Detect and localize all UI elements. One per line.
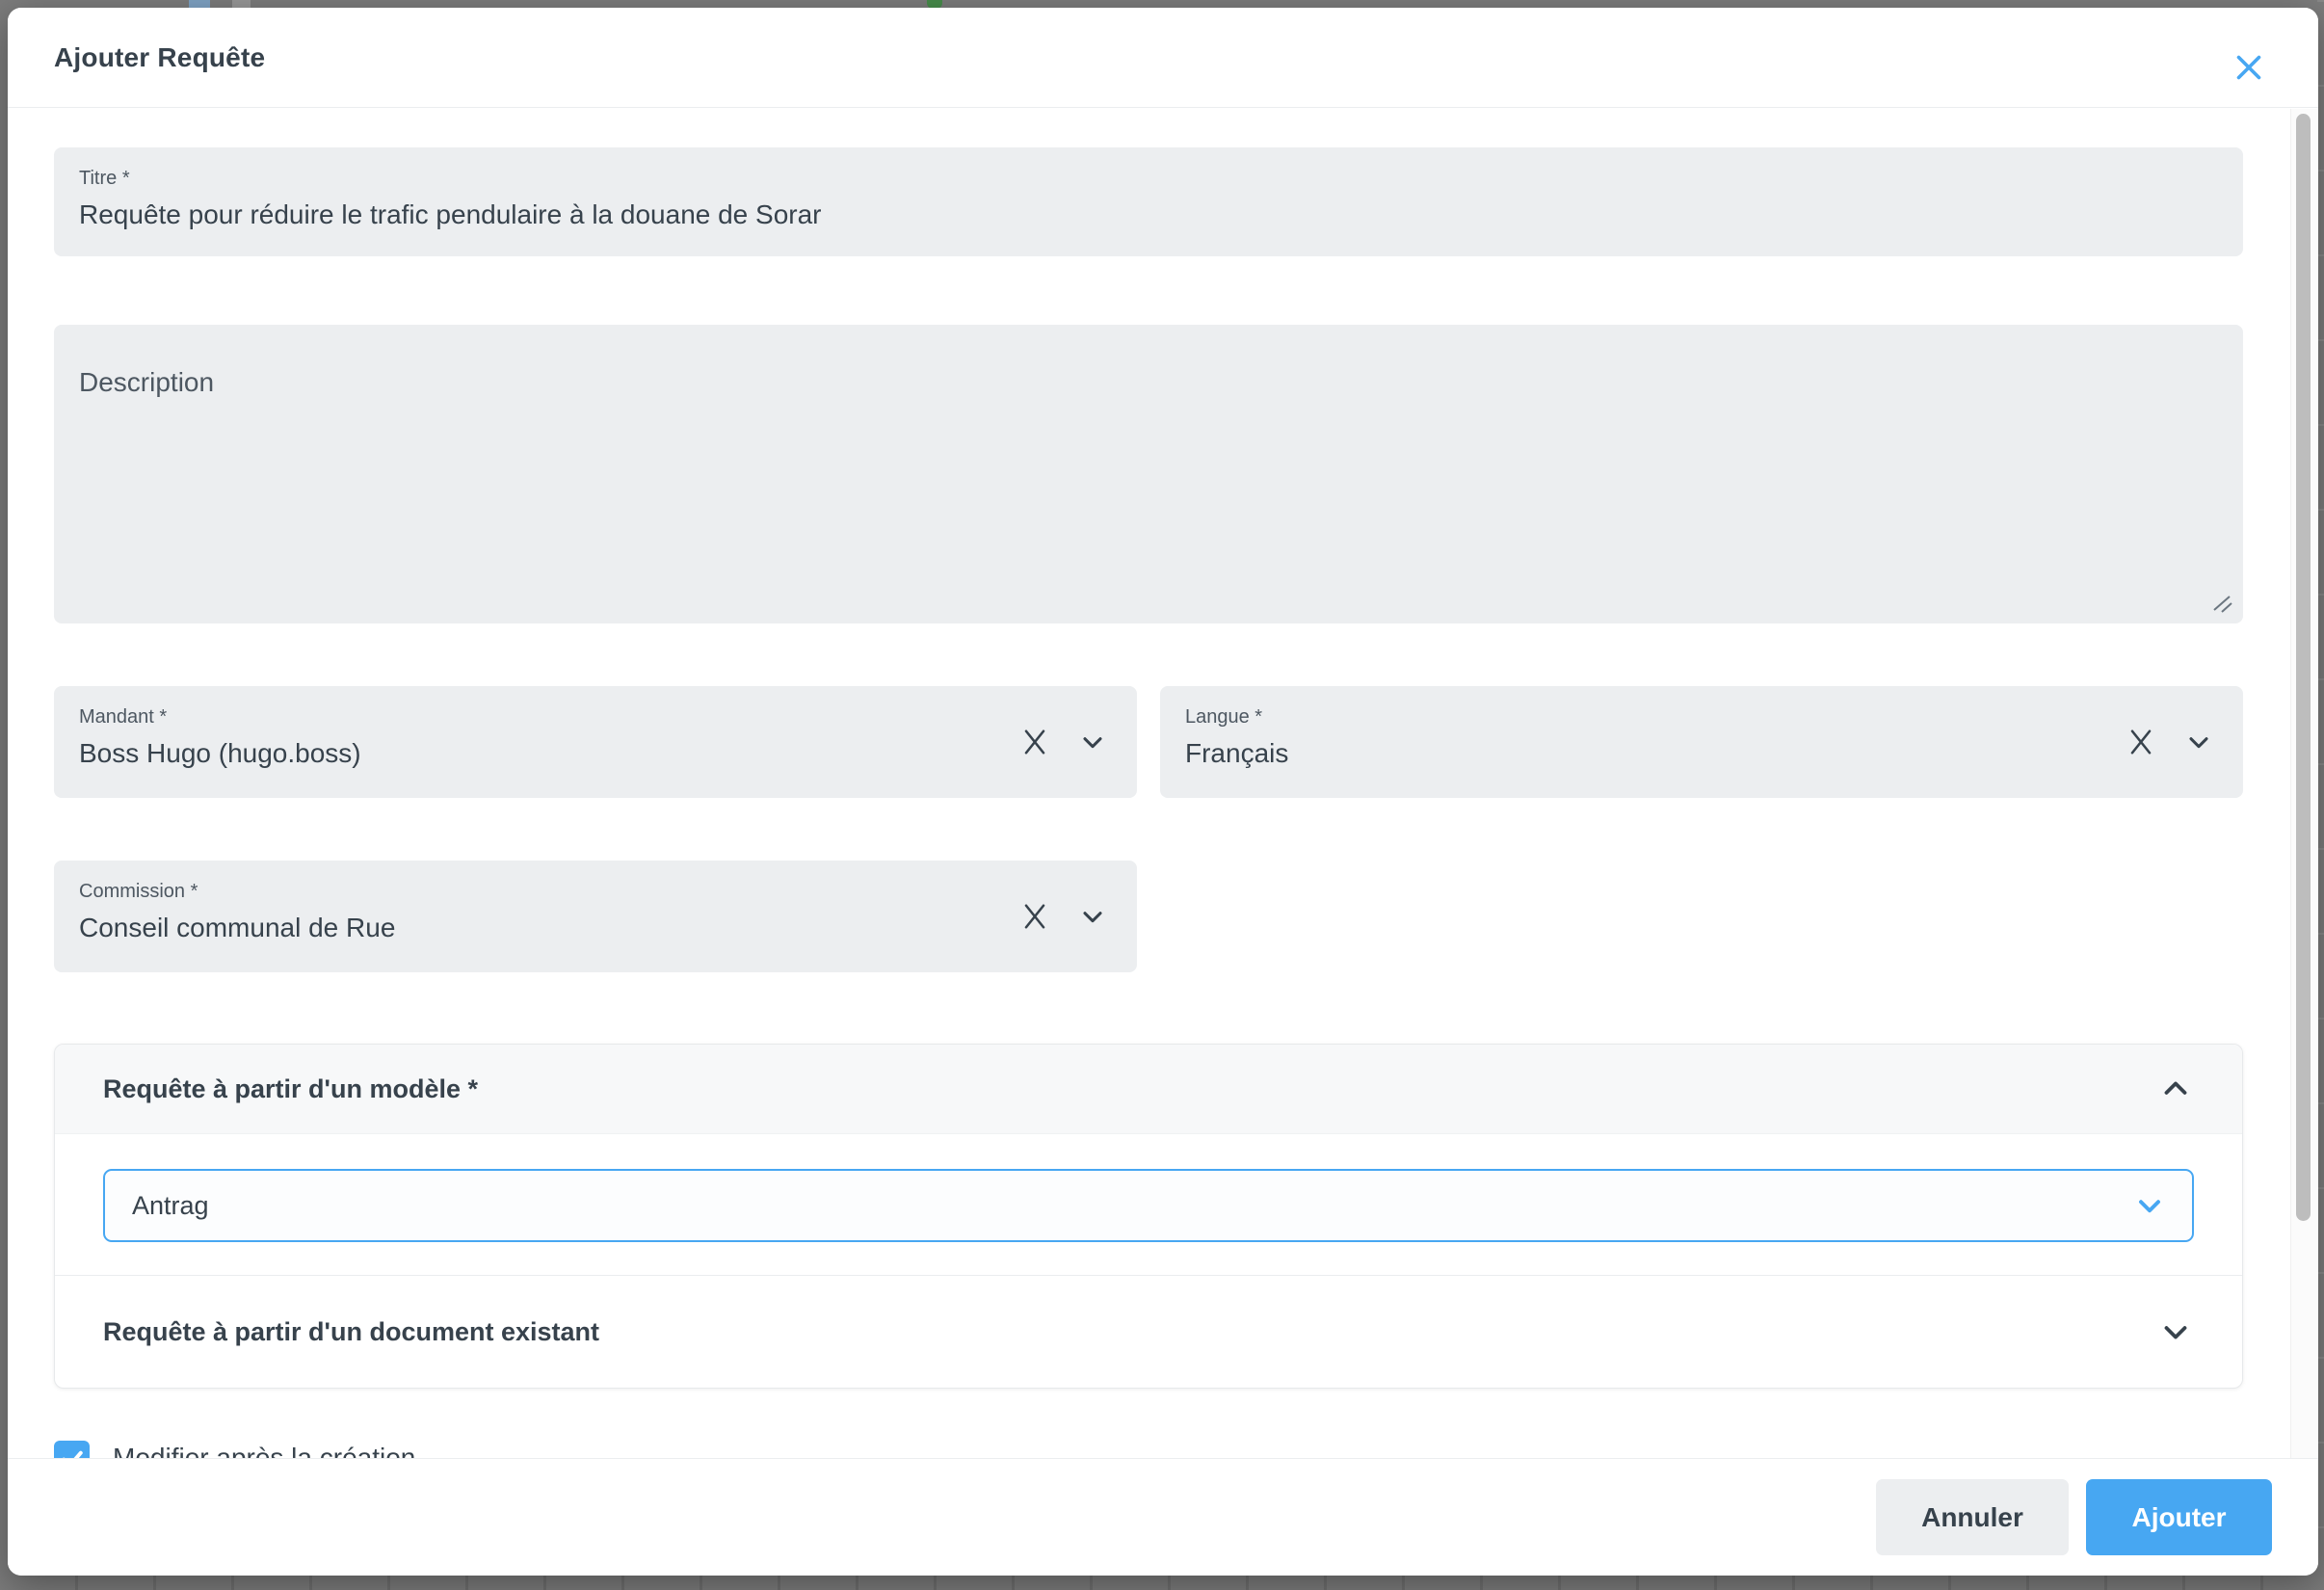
edit-after-creation-row: Modifier après la création bbox=[54, 1439, 2243, 1458]
chevron-down-icon bbox=[2157, 1313, 2194, 1350]
commission-select-field[interactable]: Commission * Conseil communal de Rue bbox=[54, 861, 1137, 972]
template-select-value: Antrag bbox=[132, 1191, 209, 1221]
scrollbar-thumb[interactable] bbox=[2296, 114, 2311, 1221]
mandant-field-value: Boss Hugo (hugo.boss) bbox=[79, 731, 1112, 776]
template-panel-header[interactable]: Requête à partir d'un modèle * bbox=[55, 1045, 2242, 1134]
title-field-label: Titre * bbox=[79, 164, 2218, 193]
template-panel-title: Requête à partir d'un modèle * bbox=[103, 1074, 478, 1104]
template-select[interactable]: Antrag bbox=[103, 1169, 2194, 1242]
dialog-header: Ajouter Requête bbox=[8, 8, 2318, 108]
template-expansion-panel: Requête à partir d'un modèle * Antrag bbox=[54, 1044, 2243, 1389]
backdrop-page-edge-bottom bbox=[0, 1576, 2324, 1590]
langue-field-label: Langue * bbox=[1185, 702, 2218, 731]
langue-select-field[interactable]: Langue * Français bbox=[1160, 686, 2243, 798]
clear-icon bbox=[1017, 725, 1052, 759]
commission-field-label: Commission * bbox=[79, 877, 1112, 906]
submit-button[interactable]: Ajouter bbox=[2086, 1479, 2272, 1555]
dialog-title: Ajouter Requête bbox=[54, 42, 265, 73]
resize-handle-icon[interactable] bbox=[2210, 591, 2235, 616]
chevron-down-icon bbox=[2132, 1188, 2167, 1223]
clear-icon bbox=[2124, 725, 2158, 759]
document-panel-title: Requête à partir d'un document existant bbox=[103, 1317, 599, 1347]
clear-icon bbox=[1017, 899, 1052, 934]
commission-clear-button[interactable] bbox=[1016, 897, 1054, 936]
edit-after-creation-checkbox[interactable] bbox=[54, 1441, 90, 1458]
langue-clear-button[interactable] bbox=[2122, 723, 2160, 761]
langue-dropdown-button[interactable] bbox=[2179, 723, 2218, 761]
mandant-select-field[interactable]: Mandant * Boss Hugo (hugo.boss) bbox=[54, 686, 1137, 798]
commission-dropdown-button[interactable] bbox=[1073, 897, 1112, 936]
backdrop-page-edge bbox=[2317, 0, 2324, 1590]
mandant-clear-button[interactable] bbox=[1016, 723, 1054, 761]
chevron-up-icon bbox=[2157, 1071, 2194, 1107]
commission-field-value: Conseil communal de Rue bbox=[79, 906, 1112, 950]
langue-field-value: Français bbox=[1185, 731, 2218, 776]
title-field[interactable]: Titre * Requête pour réduire le trafic p… bbox=[54, 147, 2243, 256]
chevron-down-icon bbox=[2183, 727, 2214, 757]
add-request-dialog: Ajouter Requête Titre * Requête pour réd… bbox=[8, 8, 2318, 1576]
mandant-field-label: Mandant * bbox=[79, 702, 1112, 731]
dialog-body: Titre * Requête pour réduire le trafic p… bbox=[8, 109, 2318, 1458]
close-button[interactable] bbox=[2226, 44, 2272, 91]
title-field-value: Requête pour réduire le trafic pendulair… bbox=[79, 193, 2218, 237]
dialog-footer: Annuler Ajouter bbox=[8, 1458, 2318, 1576]
description-placeholder: Description bbox=[79, 367, 2218, 398]
mandant-dropdown-button[interactable] bbox=[1073, 723, 1112, 761]
vertical-scrollbar[interactable] bbox=[2290, 109, 2317, 1458]
description-textarea[interactable]: Description bbox=[54, 325, 2243, 623]
chevron-down-icon bbox=[1077, 727, 1108, 757]
edit-after-creation-label: Modifier après la création bbox=[113, 1439, 415, 1458]
document-panel-header[interactable]: Requête à partir d'un document existant bbox=[55, 1276, 2242, 1388]
check-icon bbox=[58, 1444, 87, 1459]
chevron-down-icon bbox=[1077, 901, 1108, 932]
cancel-button[interactable]: Annuler bbox=[1876, 1479, 2069, 1555]
close-icon bbox=[2232, 50, 2266, 85]
